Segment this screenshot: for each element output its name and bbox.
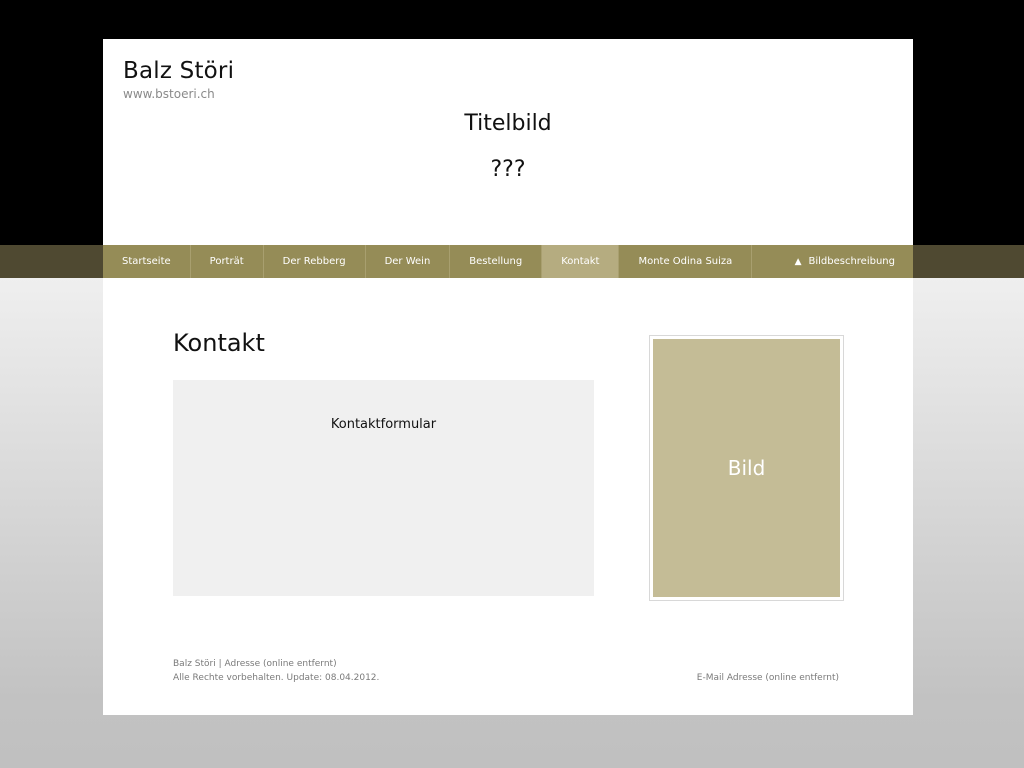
- nav-item-label: Kontakt: [561, 256, 600, 267]
- main-navigation: Startseite Porträt Der Rebberg Der Wein …: [103, 245, 913, 278]
- nav-item-monte-odina-suiza[interactable]: Monte Odina Suiza: [619, 245, 753, 278]
- nav-item-startseite[interactable]: Startseite: [103, 245, 191, 278]
- footer-email[interactable]: E-Mail Adresse (online entfernt): [697, 671, 839, 685]
- nav-item-der-wein[interactable]: Der Wein: [366, 245, 451, 278]
- page-title: Kontakt: [173, 329, 265, 357]
- nav-item-der-rebberg[interactable]: Der Rebberg: [264, 245, 366, 278]
- site-title[interactable]: Balz Störi: [123, 58, 234, 84]
- image-placeholder: Bild: [653, 339, 840, 597]
- nav-item-label: Der Rebberg: [282, 256, 346, 267]
- image-description-label: Bildbeschreibung: [808, 256, 895, 267]
- footer-info: Balz Störi | Adresse (online entfernt) A…: [173, 657, 379, 685]
- nav-item-label: Der Wein: [384, 256, 431, 267]
- nav-item-label: Bestellung: [469, 256, 523, 267]
- nav-item-portraet[interactable]: Porträt: [191, 245, 264, 278]
- nav-item-bestellung[interactable]: Bestellung: [450, 245, 543, 278]
- image-frame: Bild: [649, 335, 844, 601]
- image-placeholder-label: Bild: [727, 456, 766, 480]
- header: Balz Störi www.bstoeri.ch Titelbild ???: [103, 39, 913, 241]
- image-description-toggle[interactable]: ▲ Bildbeschreibung: [795, 245, 913, 278]
- contact-form-placeholder[interactable]: Kontaktformular: [173, 380, 594, 596]
- site-url[interactable]: www.bstoeri.ch: [123, 87, 215, 101]
- contact-form-label: Kontaktformular: [330, 417, 437, 432]
- footer-copyright: Alle Rechte vorbehalten. Update: 08.04.2…: [173, 673, 380, 683]
- page-container: Balz Störi www.bstoeri.ch Titelbild ??? …: [103, 39, 913, 715]
- nav-item-label: Monte Odina Suiza: [638, 256, 733, 267]
- title-image-placeholder: Titelbild: [464, 111, 552, 136]
- footer-address: Balz Störi | Adresse (online entfernt): [173, 659, 337, 669]
- triangle-up-icon: ▲: [794, 256, 802, 267]
- nav-item-kontakt[interactable]: Kontakt: [542, 245, 620, 278]
- nav-item-label: Startseite: [122, 256, 171, 267]
- title-image-subtitle: ???: [490, 157, 526, 182]
- nav-item-label: Porträt: [209, 256, 244, 267]
